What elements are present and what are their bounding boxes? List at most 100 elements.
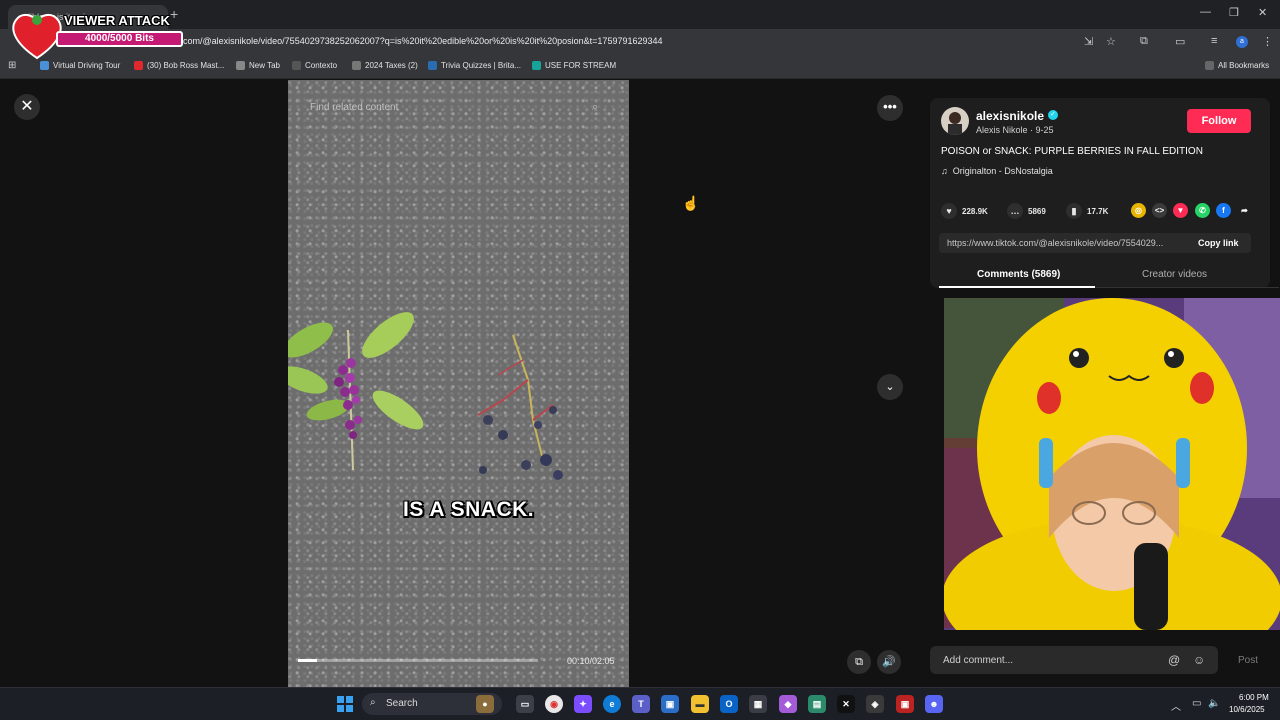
embed-icon[interactable]: <> <box>1152 203 1167 218</box>
leaf-branch-left <box>288 312 424 471</box>
media-icon[interactable]: ≡ <box>1211 35 1217 47</box>
facebook-icon[interactable]: f <box>1216 203 1231 218</box>
creator-username[interactable]: alexisnikole <box>976 109 1044 123</box>
like-count: 228.9K <box>962 206 988 216</box>
bookmark-label: USE FOR STREAM <box>545 61 617 70</box>
apps-grid-icon[interactable]: ⊞ <box>8 60 16 71</box>
all-bookmarks[interactable]: All Bookmarks <box>1205 61 1269 70</box>
more-options-icon[interactable]: ••• <box>877 95 903 121</box>
file-explorer-icon[interactable]: ▬ <box>691 695 709 713</box>
outlook-icon[interactable]: O <box>720 695 738 713</box>
bookmark-favicon-icon <box>292 61 301 70</box>
store-icon[interactable]: ▦ <box>749 695 767 713</box>
bookmark-icon: ▮ <box>1066 203 1082 219</box>
copilot-icon[interactable]: ✦ <box>574 695 592 713</box>
cast-icon[interactable]: ▭ <box>1175 35 1185 48</box>
video-player[interactable] <box>288 80 629 687</box>
post-comment-button[interactable]: Post <box>1238 655 1258 666</box>
verified-badge-icon: ✓ <box>1048 110 1058 120</box>
comment-stat[interactable]: … 5869 <box>1007 203 1046 219</box>
send-icon[interactable]: ▼ <box>1173 203 1188 218</box>
widget-icon[interactable]: ● <box>476 695 494 713</box>
save-count: 17.7K <box>1087 206 1109 216</box>
whatsapp-icon[interactable]: ✆ <box>1195 203 1210 218</box>
search-icon[interactable]: ⌕ <box>592 101 598 114</box>
like-stat[interactable]: ♥ 228.9K <box>941 203 988 219</box>
folder-icon <box>1205 61 1214 70</box>
video-progress-track[interactable] <box>298 659 538 662</box>
creator-avatar[interactable] <box>941 107 969 135</box>
streamer-webcam <box>944 298 1280 630</box>
install-icon[interactable]: ⇲ <box>1084 35 1093 48</box>
bookmark-item[interactable]: Contexto <box>292 61 337 70</box>
capcut-icon[interactable]: ✕ <box>837 695 855 713</box>
bookmark-label: Contexto <box>305 61 338 70</box>
new-tab-button[interactable]: + <box>170 6 178 22</box>
phone-link-icon[interactable]: ◆ <box>779 695 797 713</box>
address-bar[interactable]: com/@alexisnikole/video/7554029738252062… <box>183 36 663 46</box>
active-tab-indicator <box>939 286 1095 288</box>
bookmark-label: Virtual Driving Tour <box>53 61 121 70</box>
display-icon[interactable]: ▭ <box>1192 698 1201 709</box>
close-window-icon[interactable]: ✕ <box>1258 6 1267 19</box>
speaker-icon[interactable]: 🔈 <box>1208 698 1220 709</box>
teams-icon[interactable]: T <box>632 695 650 713</box>
edge-icon[interactable]: e <box>603 695 621 713</box>
tab-comments[interactable]: Comments (5869) <box>977 269 1060 280</box>
volume-icon[interactable]: 🔊 <box>877 650 901 674</box>
save-stat[interactable]: ▮ 17.7K <box>1066 203 1108 219</box>
bookmark-favicon-icon <box>40 61 49 70</box>
video-frame <box>288 312 563 480</box>
task-view-icon[interactable]: ▭ <box>516 695 534 713</box>
bookmark-item[interactable]: 2024 Taxes (2) <box>352 61 418 70</box>
bookmark-item[interactable]: (30) Bob Ross Mast... <box>134 61 224 70</box>
bookmark-item[interactable]: New Tab <box>236 61 280 70</box>
bookmark-favicon-icon <box>134 61 143 70</box>
emoji-icon[interactable]: ☺ <box>1193 653 1205 667</box>
discord-icon[interactable]: ☻ <box>925 695 943 713</box>
music-line[interactable]: ♫ Originalton - DsNostalgia <box>941 166 1053 176</box>
copy-link-button[interactable]: Copy link <box>1198 238 1239 248</box>
viewer-attack-title: VIEWER ATTACK <box>64 13 170 28</box>
app-icon[interactable]: ▤ <box>808 695 826 713</box>
post-date: 9-25 <box>1035 125 1054 135</box>
clock-date[interactable]: 10/6/2025 <box>1229 705 1265 714</box>
share-arrow-icon[interactable]: ➦ <box>1237 203 1252 218</box>
bookmark-label: (30) Bob Ross Mast... <box>147 61 225 70</box>
bookmark-item[interactable]: Virtual Driving Tour <box>40 61 120 70</box>
bookmark-label: New Tab <box>249 61 280 70</box>
video-link[interactable]: https://www.tiktok.com/@alexisnikole/vid… <box>947 238 1163 248</box>
chrome-icon[interactable]: ◉ <box>545 695 563 713</box>
bookmark-item[interactable]: Trivia Quizzes | Brita... <box>428 61 521 70</box>
restore-icon[interactable]: ❐ <box>1229 6 1239 19</box>
comment-input[interactable]: Add comment... <box>943 655 1013 666</box>
tab-creator-videos[interactable]: Creator videos <box>1142 269 1207 280</box>
mention-icon[interactable]: @ <box>1168 653 1180 667</box>
bookmark-star-icon[interactable]: ☆ <box>1106 35 1116 48</box>
video-time: 00:10/02:05 <box>567 656 615 666</box>
menu-dots-icon[interactable]: ⋮ <box>1262 35 1273 48</box>
next-video-chevron-down-icon[interactable]: ⌄ <box>877 374 903 400</box>
minimize-icon[interactable]: — <box>1200 6 1211 18</box>
follow-button[interactable]: Follow <box>1187 109 1251 133</box>
photos-icon[interactable]: ▣ <box>661 695 679 713</box>
bits-progress-bar: 4000/5000 Bits <box>56 31 183 47</box>
clock-time[interactable]: 6:00 PM <box>1239 693 1269 702</box>
hand-cursor-icon: ☝ <box>682 195 700 211</box>
close-icon[interactable]: ✕ <box>14 94 40 120</box>
picture-in-picture-icon[interactable]: ⧉ <box>847 650 871 674</box>
obs-app-icon[interactable]: ▣ <box>896 695 914 713</box>
tray-chevron-icon[interactable]: ︿ <box>1171 698 1181 713</box>
game-icon[interactable]: ◈ <box>866 695 884 713</box>
comment-count: 5869 <box>1028 206 1046 216</box>
profile-avatar[interactable]: a <box>1236 36 1248 48</box>
bookmark-favicon-icon <box>428 61 437 70</box>
bookmark-item[interactable]: USE FOR STREAM <box>532 61 616 70</box>
webcam-image <box>944 298 1280 630</box>
music-title: Originalton - DsNostalgia <box>952 166 1053 176</box>
windows-start-icon[interactable] <box>337 696 353 712</box>
coin-share-icon[interactable]: ◎ <box>1131 203 1146 218</box>
tab-strip <box>0 0 1280 29</box>
related-search-input[interactable]: Find related content <box>310 102 398 113</box>
extensions-icon[interactable]: ⧉ <box>1140 35 1148 48</box>
